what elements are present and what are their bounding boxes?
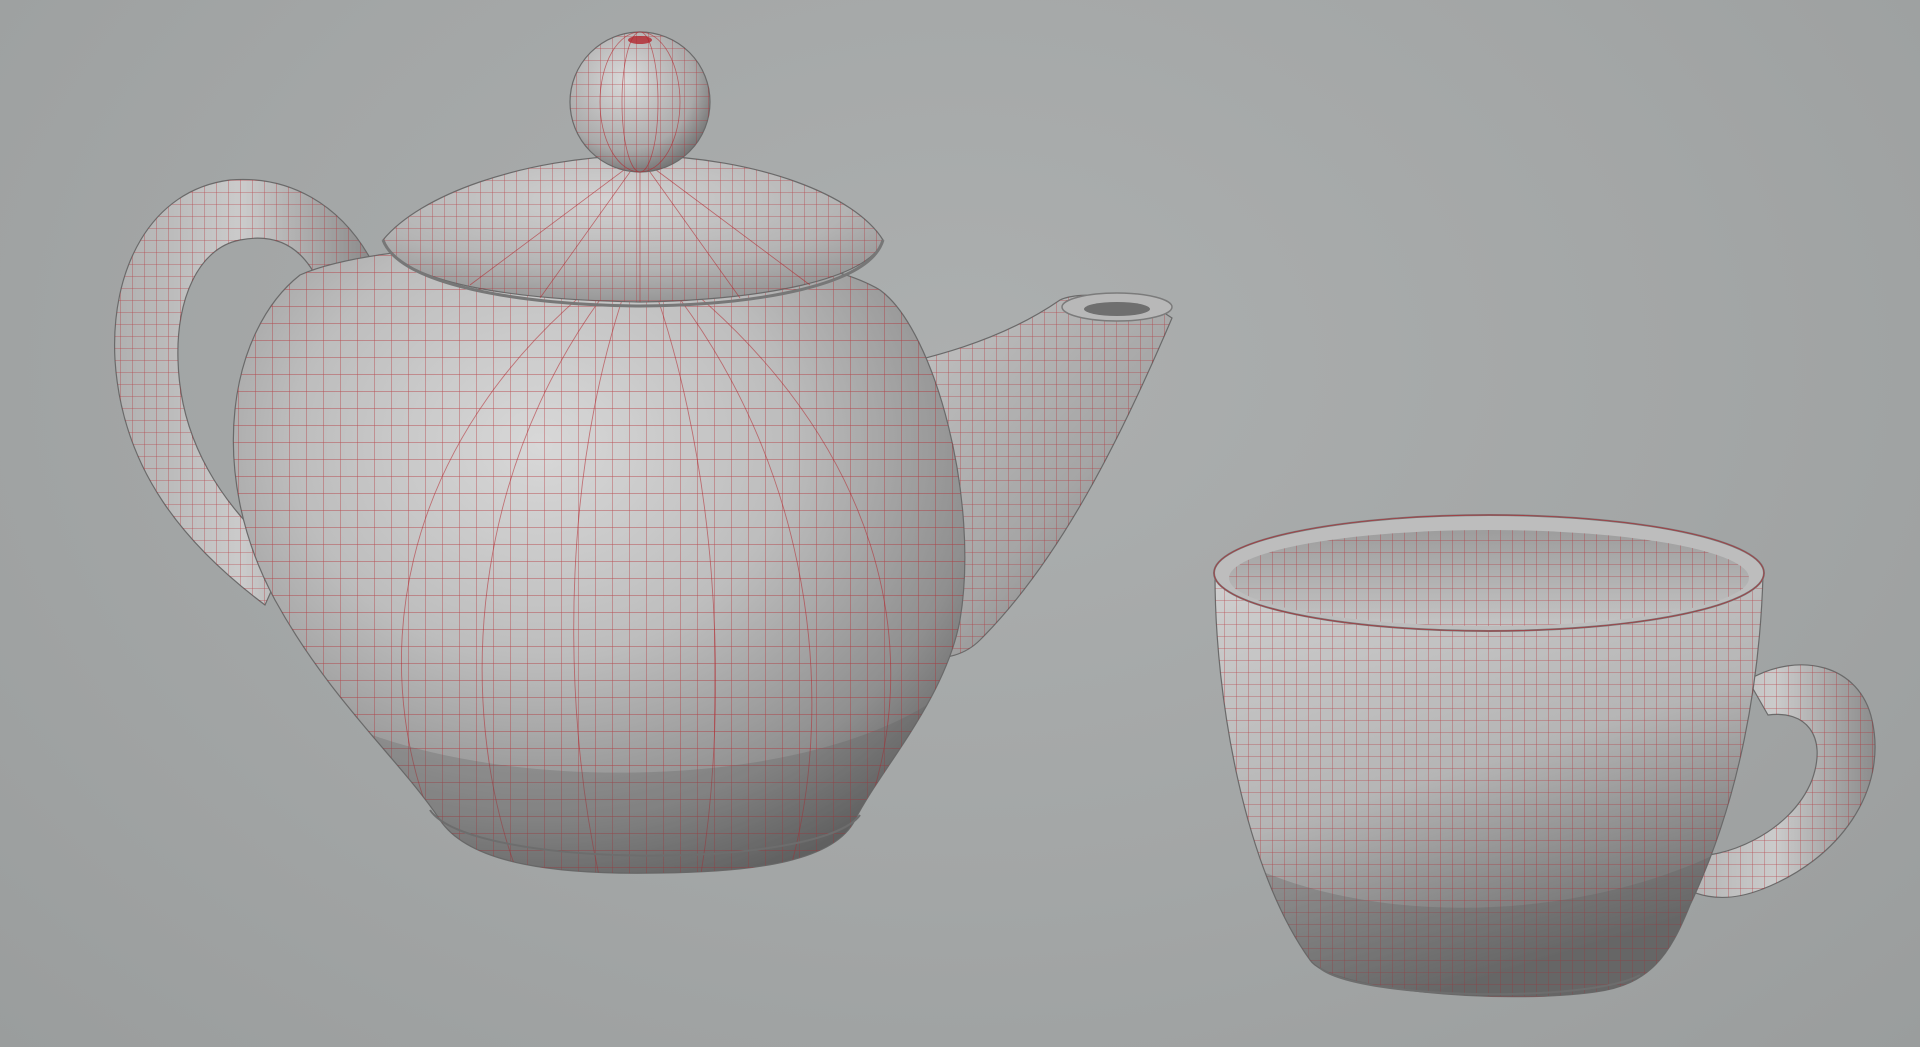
teapot-lid[interactable] [381,154,885,308]
teapot[interactable] [113,31,1173,900]
teacup[interactable] [1200,514,1876,1010]
scene-canvas[interactable] [0,0,1920,1047]
teacup-rim[interactable] [1213,514,1765,632]
viewport-3d[interactable] [0,0,1920,1047]
teapot-lid-knob[interactable] [569,31,711,173]
teapot-body[interactable] [200,230,1000,900]
